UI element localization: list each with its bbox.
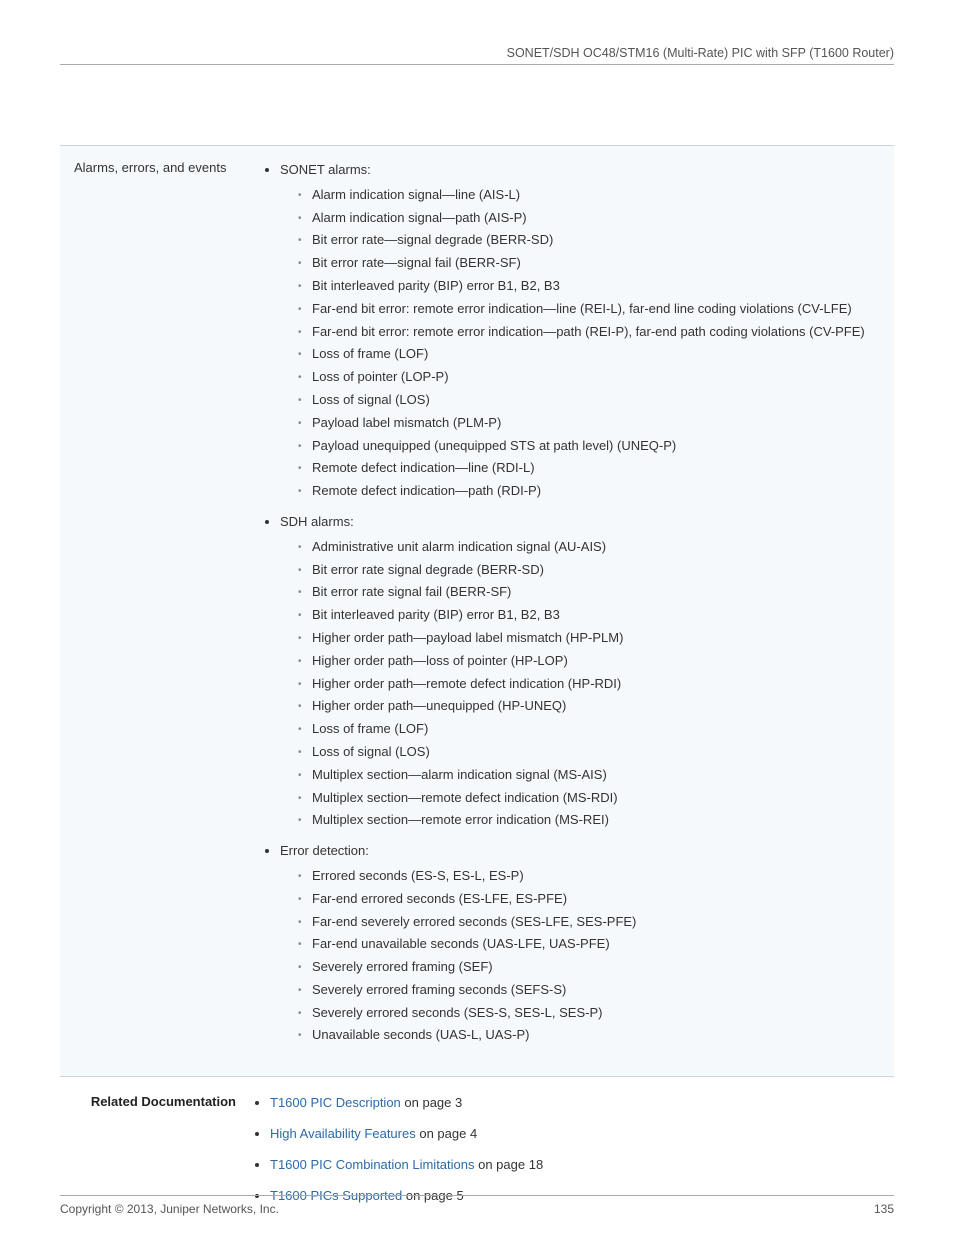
footer-page-number: 135 (874, 1202, 894, 1216)
spec-item: Severely errored seconds (SES-S, SES-L, … (298, 1003, 880, 1024)
spec-item: Bit interleaved parity (BIP) error B1, B… (298, 276, 880, 297)
spec-item: Loss of frame (LOF) (298, 719, 880, 740)
footer-copyright: Copyright © 2013, Juniper Networks, Inc. (60, 1202, 279, 1216)
spec-item: Severely errored framing seconds (SEFS-S… (298, 980, 880, 1001)
running-header: SONET/SDH OC48/STM16 (Multi-Rate) PIC wi… (60, 46, 894, 65)
spec-sub-list: Administrative unit alarm indication sig… (280, 537, 880, 831)
spec-item: Higher order path—unequipped (HP-UNEQ) (298, 696, 880, 717)
spec-item: Remote defect indication—line (RDI-L) (298, 458, 880, 479)
spec-top-list: SONET alarms: Alarm indication signal—lin… (262, 160, 880, 1046)
spec-item: Unavailable seconds (UAS-L, UAS-P) (298, 1025, 880, 1046)
spec-item: Loss of signal (LOS) (298, 390, 880, 411)
spec-item: Bit error rate—signal degrade (BERR-SD) (298, 230, 880, 251)
spec-item: Multiplex section—alarm indication signa… (298, 765, 880, 786)
spec-item: Bit error rate signal degrade (BERR-SD) (298, 560, 880, 581)
spec-group-title: SONET alarms: (280, 162, 371, 177)
spec-item: Far-end severely errored seconds (SES-LF… (298, 912, 880, 933)
related-suffix: on page 3 (401, 1095, 462, 1110)
spec-item: Remote defect indication—path (RDI-P) (298, 481, 880, 502)
spec-item: Administrative unit alarm indication sig… (298, 537, 880, 558)
spec-item: Alarm indication signal—line (AIS-L) (298, 185, 880, 206)
spec-item: Loss of frame (LOF) (298, 344, 880, 365)
spec-label-cell: Alarms, errors, and events (60, 146, 248, 1077)
spec-item: Far-end bit error: remote error indicati… (298, 322, 880, 343)
spec-item: Bit interleaved parity (BIP) error B1, B… (298, 605, 880, 626)
related-link[interactable]: T1600 PIC Description (270, 1095, 401, 1110)
spec-item: Higher order path—loss of pointer (HP-LO… (298, 651, 880, 672)
page-footer: Copyright © 2013, Juniper Networks, Inc.… (60, 1195, 894, 1216)
spec-table: Alarms, errors, and events SONET alarms:… (60, 145, 894, 1077)
related-suffix: on page 4 (416, 1126, 477, 1141)
spec-item: Far-end errored seconds (ES-LFE, ES-PFE) (298, 889, 880, 910)
related-item: T1600 PIC Combination Limitations on pag… (270, 1155, 894, 1176)
related-item: T1600 PIC Description on page 3 (270, 1093, 894, 1114)
spec-item: Payload label mismatch (PLM-P) (298, 413, 880, 434)
spec-group: SDH alarms: Administrative unit alarm ind… (280, 512, 880, 831)
spec-item: Bit error rate—signal fail (BERR-SF) (298, 253, 880, 274)
spec-group: Error detection: Errored seconds (ES-S, E… (280, 841, 880, 1046)
spec-group: SONET alarms: Alarm indication signal—lin… (280, 160, 880, 502)
running-title: SONET/SDH OC48/STM16 (Multi-Rate) PIC wi… (507, 46, 894, 60)
spec-item: Errored seconds (ES-S, ES-L, ES-P) (298, 866, 880, 887)
spec-group-title: Error detection: (280, 843, 369, 858)
spec-item: Higher order path—payload label mismatch… (298, 628, 880, 649)
spec-item: Loss of pointer (LOP-P) (298, 367, 880, 388)
spec-sub-list: Errored seconds (ES-S, ES-L, ES-P)Far-en… (280, 866, 880, 1046)
spec-label: Alarms, errors, and events (74, 160, 226, 175)
related-link[interactable]: T1600 PIC Combination Limitations (270, 1157, 475, 1172)
spec-row-alarms: Alarms, errors, and events SONET alarms:… (60, 146, 894, 1077)
spec-item: Alarm indication signal—path (AIS-P) (298, 208, 880, 229)
related-suffix: on page 18 (475, 1157, 544, 1172)
spec-item: Severely errored framing (SEF) (298, 957, 880, 978)
spec-item: Payload unequipped (unequipped STS at pa… (298, 436, 880, 457)
spec-item: Bit error rate signal fail (BERR-SF) (298, 582, 880, 603)
spec-item: Far-end bit error: remote error indicati… (298, 299, 880, 320)
spec-item: Loss of signal (LOS) (298, 742, 880, 763)
spec-item: Multiplex section—remote error indicatio… (298, 810, 880, 831)
spec-item: Multiplex section—remote defect indicati… (298, 788, 880, 809)
spec-item: Far-end unavailable seconds (UAS-LFE, UA… (298, 934, 880, 955)
spec-sub-list: Alarm indication signal—line (AIS-L)Alar… (280, 185, 880, 502)
spec-item: Higher order path—remote defect indicati… (298, 674, 880, 695)
related-item: High Availability Features on page 4 (270, 1124, 894, 1145)
spec-group-title: SDH alarms: (280, 514, 354, 529)
spec-content-cell: SONET alarms: Alarm indication signal—lin… (248, 146, 894, 1077)
related-link[interactable]: High Availability Features (270, 1126, 416, 1141)
page: SONET/SDH OC48/STM16 (Multi-Rate) PIC wi… (0, 0, 954, 1256)
